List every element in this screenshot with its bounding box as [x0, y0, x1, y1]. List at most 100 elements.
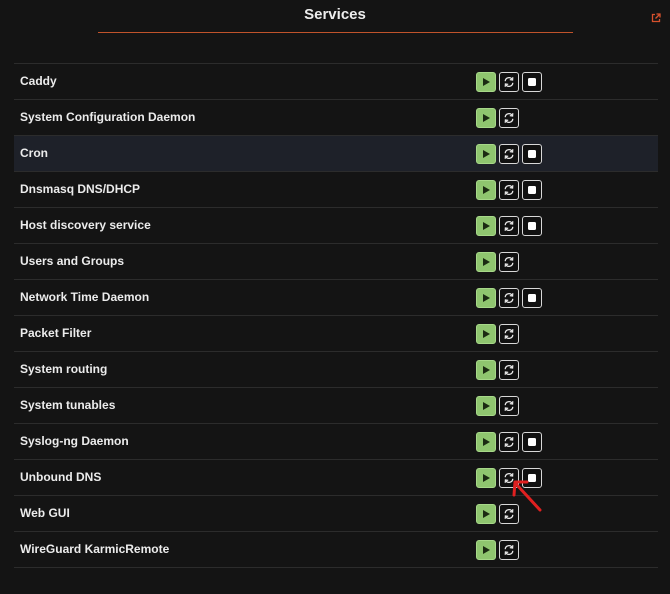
service-actions [476, 252, 519, 272]
play-icon [481, 149, 491, 159]
widget-title: Services [304, 6, 366, 23]
refresh-icon [503, 328, 515, 340]
service-name: Packet Filter [20, 326, 92, 340]
stop-icon [527, 77, 537, 87]
play-icon [481, 437, 491, 447]
restart-service-button[interactable] [499, 288, 519, 308]
service-actions [476, 432, 542, 452]
service-name: System routing [20, 362, 108, 376]
service-actions [476, 360, 519, 380]
service-row: Users and Groups [14, 244, 658, 280]
restart-service-button[interactable] [499, 432, 519, 452]
start-service-button[interactable] [476, 432, 496, 452]
service-name: Dnsmasq DNS/DHCP [20, 182, 141, 196]
refresh-icon [503, 508, 515, 520]
external-link-icon[interactable] [651, 10, 661, 23]
start-service-button[interactable] [476, 216, 496, 236]
service-name: System tunables [20, 398, 116, 412]
refresh-icon [503, 364, 515, 376]
service-actions [476, 72, 542, 92]
refresh-icon [503, 148, 515, 160]
stop-service-button[interactable] [522, 432, 542, 452]
refresh-icon [503, 400, 515, 412]
stop-service-button[interactable] [522, 216, 542, 236]
restart-service-button[interactable] [499, 180, 519, 200]
restart-service-button[interactable] [499, 144, 519, 164]
restart-service-button[interactable] [499, 396, 519, 416]
start-service-button[interactable] [476, 396, 496, 416]
service-actions [476, 288, 542, 308]
play-icon [481, 509, 491, 519]
title-underline [98, 32, 573, 33]
stop-icon [527, 185, 537, 195]
stop-service-button[interactable] [522, 144, 542, 164]
refresh-icon [503, 256, 515, 268]
restart-service-button[interactable] [499, 72, 519, 92]
play-icon [481, 293, 491, 303]
stop-service-button[interactable] [522, 72, 542, 92]
start-service-button[interactable] [476, 504, 496, 524]
play-icon [481, 473, 491, 483]
stop-icon [527, 293, 537, 303]
service-row: System routing [14, 352, 658, 388]
service-row: Web GUI [14, 496, 658, 532]
service-name: Host discovery service [20, 218, 151, 232]
service-name: System Configuration Daemon [20, 110, 196, 124]
start-service-button[interactable] [476, 360, 496, 380]
service-name: Web GUI [20, 506, 70, 520]
start-service-button[interactable] [476, 144, 496, 164]
start-service-button[interactable] [476, 540, 496, 560]
service-name: Caddy [20, 74, 57, 88]
stop-service-button[interactable] [522, 180, 542, 200]
refresh-icon [503, 292, 515, 304]
restart-service-button[interactable] [499, 540, 519, 560]
stop-service-button[interactable] [522, 468, 542, 488]
restart-service-button[interactable] [499, 216, 519, 236]
service-name: Network Time Daemon [20, 290, 150, 304]
start-service-button[interactable] [476, 252, 496, 272]
widget-header: Services [0, 0, 670, 34]
stop-icon [527, 221, 537, 231]
start-service-button[interactable] [476, 108, 496, 128]
service-row: Cron [14, 136, 658, 172]
refresh-icon [503, 184, 515, 196]
service-row: System tunables [14, 388, 658, 424]
restart-service-button[interactable] [499, 252, 519, 272]
play-icon [481, 365, 491, 375]
restart-service-button[interactable] [499, 504, 519, 524]
service-actions [476, 540, 519, 560]
restart-service-button[interactable] [499, 468, 519, 488]
play-icon [481, 257, 491, 267]
service-actions [476, 180, 542, 200]
start-service-button[interactable] [476, 468, 496, 488]
service-name: Syslog-ng Daemon [20, 434, 129, 448]
restart-service-button[interactable] [499, 108, 519, 128]
service-actions [476, 216, 542, 236]
play-icon [481, 221, 491, 231]
restart-service-button[interactable] [499, 324, 519, 344]
start-service-button[interactable] [476, 288, 496, 308]
service-row: Packet Filter [14, 316, 658, 352]
start-service-button[interactable] [476, 324, 496, 344]
service-row: Syslog-ng Daemon [14, 424, 658, 460]
service-actions [476, 504, 519, 524]
play-icon [481, 77, 491, 87]
start-service-button[interactable] [476, 180, 496, 200]
play-icon [481, 401, 491, 411]
service-actions [476, 396, 519, 416]
refresh-icon [503, 436, 515, 448]
stop-icon [527, 437, 537, 447]
service-name: Unbound DNS [20, 470, 102, 484]
service-row: Dnsmasq DNS/DHCP [14, 172, 658, 208]
restart-service-button[interactable] [499, 360, 519, 380]
refresh-icon [503, 220, 515, 232]
play-icon [481, 113, 491, 123]
stop-service-button[interactable] [522, 288, 542, 308]
stop-icon [527, 473, 537, 483]
service-actions [476, 144, 542, 164]
refresh-icon [503, 472, 515, 484]
start-service-button[interactable] [476, 72, 496, 92]
service-row: Unbound DNS [14, 460, 658, 496]
refresh-icon [503, 76, 515, 88]
service-row: Host discovery service [14, 208, 658, 244]
